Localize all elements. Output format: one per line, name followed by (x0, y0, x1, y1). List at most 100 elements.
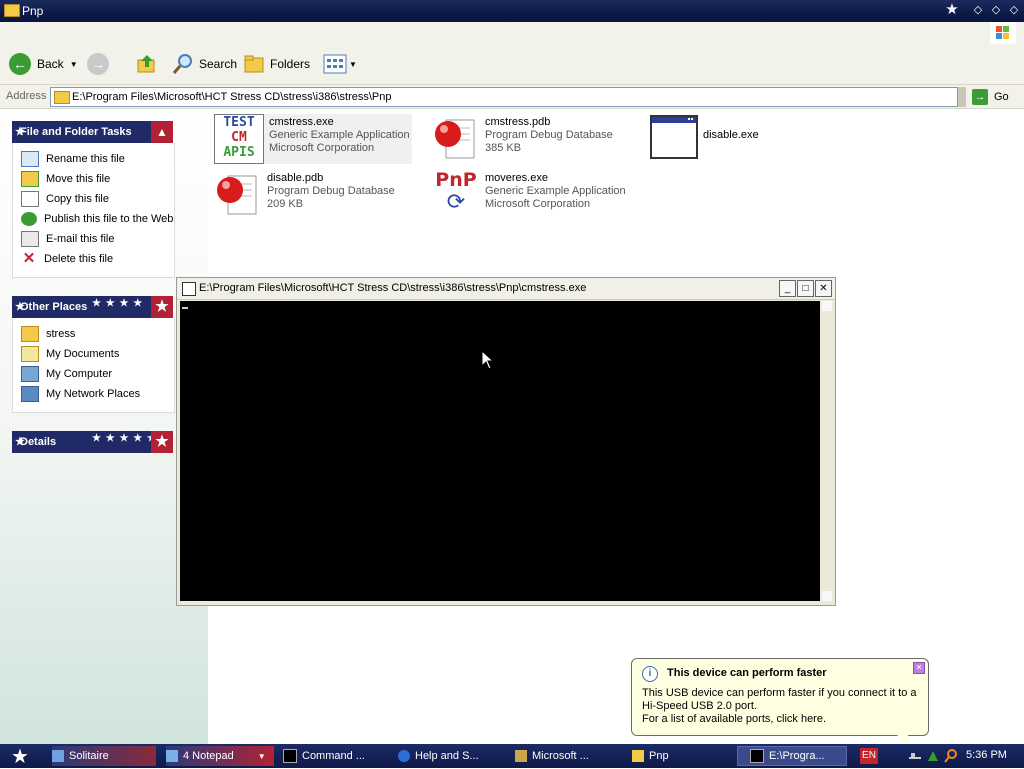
delete-x-icon: ✕ (22, 250, 36, 267)
file-item[interactable]: TEST CM APIS cmstress.exe Generic Exampl… (214, 114, 412, 164)
file-folder-tasks-header[interactable]: ★ File and Folder Tasks ▲ (12, 121, 173, 143)
file-folder-tasks-title: File and Folder Tasks (20, 126, 132, 138)
back-arrow-icon: ← (9, 53, 31, 75)
taskbar: ★ Solitaire 4 Notepad ▼ Command ... Help … (0, 744, 1024, 768)
other-places-header[interactable]: ★ Other Places ★ ★ ★ ★ ★ (12, 296, 173, 318)
language-indicator[interactable]: EN (860, 748, 878, 764)
publish-web-link[interactable]: Publish this file to the Web (21, 210, 173, 228)
up-folder-button[interactable] (136, 52, 158, 76)
taskbar-button[interactable]: 4 Notepad ▼ (166, 746, 274, 766)
info-icon: i (642, 666, 658, 682)
chevron-down-icon[interactable]: ▼ (70, 60, 78, 69)
text-cursor (182, 307, 188, 309)
computer-icon (21, 366, 39, 382)
search-icon[interactable] (944, 748, 958, 764)
notification-balloon[interactable]: i This device can perform faster ✕ This … (631, 658, 929, 746)
console-output[interactable] (180, 301, 820, 601)
usb-device-icon[interactable] (908, 750, 922, 762)
details-header[interactable]: ★ Details ★ ★ ★ ★ ★ ★ (12, 431, 173, 453)
details-title: Details (20, 436, 57, 448)
globe-icon (21, 212, 37, 226)
close-button[interactable]: ◇ (1006, 3, 1022, 18)
console-close-button[interactable]: ✕ (815, 280, 832, 297)
place-my-computer[interactable]: My Computer (21, 365, 112, 383)
taskbar-button[interactable]: Microsoft ... (515, 746, 621, 766)
stars-decoration: ★ ★ ★ ★ ★ (92, 433, 157, 444)
address-dropdown-button[interactable] (958, 87, 966, 107)
go-label: Go (994, 91, 1009, 103)
back-label: Back (37, 57, 64, 71)
scroll-up-button[interactable] (822, 301, 832, 311)
folders-button[interactable]: Folders (243, 52, 310, 76)
place-stress[interactable]: stress (21, 325, 75, 343)
search-button[interactable]: Search (172, 52, 237, 76)
taskbar-button-active[interactable]: E:\Progra... (737, 746, 847, 766)
move-file-link[interactable]: Move this file (21, 170, 110, 188)
test-cm-apis-icon: TEST CM APIS (214, 114, 264, 164)
file-type: Program Debug Database (267, 185, 395, 197)
task-label: Copy this file (46, 193, 109, 205)
forward-arrow-icon: → (87, 53, 109, 75)
console-minimize-button[interactable]: _ (779, 280, 796, 297)
windows-logo-icon (990, 22, 1016, 44)
copy-file-link[interactable]: Copy this file (21, 190, 109, 208)
file-item[interactable]: PnP ⟳ moveres.exe Generic Example Applic… (432, 169, 625, 218)
collapse-button[interactable]: ▲ (151, 121, 173, 143)
folder-icon (21, 326, 39, 342)
task-label: E-mail this file (46, 233, 115, 245)
application-icon (515, 750, 527, 762)
file-company: Microsoft Corporation (269, 142, 375, 154)
move-icon (21, 171, 39, 187)
taskbar-button[interactable]: Solitaire (52, 746, 156, 766)
go-arrow-icon: → (972, 89, 988, 105)
file-item[interactable]: disable.pdb Program Debug Database 209 K… (214, 170, 395, 218)
clock[interactable]: 5:36 PM (966, 749, 1007, 761)
file-name: disable.exe (703, 129, 759, 141)
scroll-down-button[interactable] (822, 591, 832, 601)
email-file-link[interactable]: E-mail this file (21, 230, 114, 248)
address-input[interactable]: E:\Program Files\Microsoft\HCT Stress CD… (50, 87, 958, 107)
window-titlebar[interactable]: Pnp ★ ◇ ◇ ◇ (0, 0, 1024, 22)
my-documents-icon (21, 346, 39, 362)
network-icon[interactable] (926, 749, 940, 763)
folder-icon (54, 91, 70, 104)
place-label: stress (46, 328, 76, 340)
file-company: Microsoft Corporation (485, 198, 591, 210)
console-maximize-button[interactable]: □ (797, 280, 814, 297)
taskbar-button[interactable]: Pnp (632, 746, 728, 766)
delete-file-link[interactable]: ✕ Delete this file (21, 250, 113, 268)
star-icon[interactable]: ★ (151, 431, 173, 453)
taskbar-button[interactable]: Help and S... (398, 746, 504, 766)
file-item[interactable]: disable.exe (650, 114, 759, 162)
console-titlebar[interactable]: E:\Program Files\Microsoft\HCT Stress CD… (177, 278, 835, 300)
task-label: Command ... (302, 750, 365, 762)
file-name: cmstress.exe (269, 116, 334, 128)
taskbar-button[interactable]: Command ... (283, 746, 389, 766)
start-button[interactable]: ★ (0, 744, 40, 768)
file-item[interactable]: cmstress.pdb Program Debug Database 385 … (432, 114, 613, 162)
balloon-link[interactable]: For a list of available ports, click her… (642, 713, 826, 725)
maximize-button[interactable]: ◇ (988, 3, 1004, 18)
address-path: E:\Program Files\Microsoft\HCT Stress CD… (72, 91, 392, 103)
file-size: 385 KB (485, 142, 522, 154)
balloon-close-button[interactable]: ✕ (913, 662, 925, 674)
place-my-network[interactable]: My Network Places (21, 385, 140, 403)
views-button[interactable]: ▼ (323, 52, 357, 76)
go-button[interactable]: → Go (972, 87, 1022, 107)
task-label: 4 Notepad (183, 750, 234, 762)
back-button[interactable]: ← Back ▼ (9, 52, 78, 76)
forward-button[interactable]: → (87, 52, 115, 76)
console-window[interactable]: E:\Program Files\Microsoft\HCT Stress CD… (176, 277, 836, 606)
icon-text: PnP (435, 169, 477, 191)
window-title: Pnp (22, 4, 44, 18)
rename-file-link[interactable]: Rename this file (21, 150, 125, 168)
task-label: Help and S... (415, 750, 479, 762)
command-prompt-icon (750, 749, 764, 763)
console-scrollbar[interactable] (822, 301, 832, 601)
minimize-button[interactable]: ◇ (970, 3, 986, 18)
task-label: Publish this file to the Web (44, 213, 174, 225)
file-type: Program Debug Database (485, 129, 613, 141)
star-icon[interactable]: ★ (151, 296, 173, 318)
place-my-documents[interactable]: My Documents (21, 345, 119, 363)
envelope-icon (21, 231, 39, 247)
